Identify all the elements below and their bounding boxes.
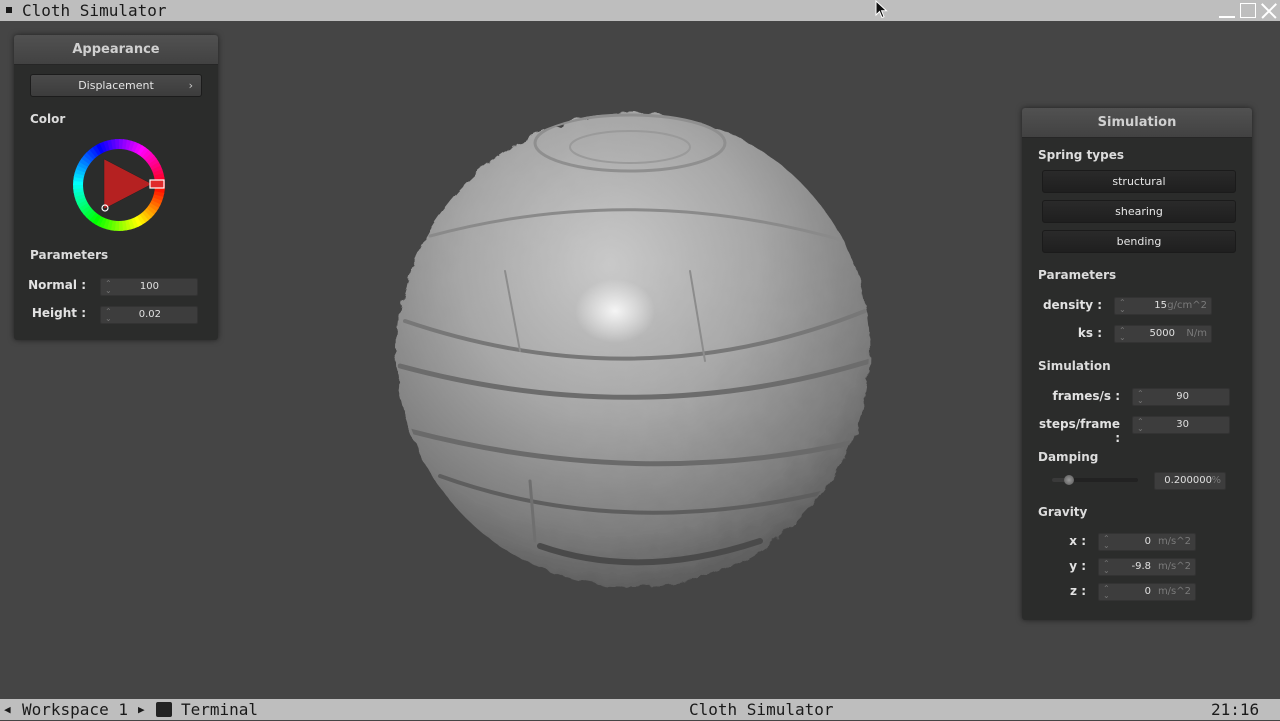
terminal-taskbar-item[interactable]: Terminal (181, 699, 258, 721)
workspace-prev-icon[interactable]: ◀ (4, 699, 11, 721)
close-icon[interactable] (1261, 3, 1277, 18)
shader-dropdown[interactable]: Displacement › (30, 74, 202, 97)
shader-dropdown-value: Displacement (78, 79, 154, 92)
spin-arrows-icon[interactable]: ⌃ ⌄ (1119, 299, 1126, 314)
hue-selector-handle[interactable] (149, 179, 165, 189)
window-title: Cloth Simulator (22, 1, 167, 20)
shearing-button[interactable]: shearing (1042, 200, 1236, 223)
ks-input[interactable]: ⌃ ⌄ 5000 N/m (1114, 325, 1212, 343)
window-menu-icon[interactable] (6, 7, 12, 13)
frames-per-second-input[interactable]: ⌃ ⌄ 90 (1132, 388, 1230, 406)
damping-slider-handle[interactable] (1064, 475, 1075, 485)
structural-button[interactable]: structural (1042, 170, 1236, 193)
workspace-next-icon[interactable]: ▶ (138, 699, 145, 721)
taskbar: ◀ Workspace 1 ▶ Terminal Cloth Simulator… (0, 699, 1280, 720)
cloth-sphere (396, 113, 870, 587)
gravity-z-label: z : (1070, 584, 1086, 598)
gravity-z-input[interactable]: ⌃ ⌄ 0 m/s^2 (1098, 583, 1196, 601)
simulation-section-label: Simulation (1038, 359, 1111, 373)
spin-arrows-icon[interactable]: ⌃ ⌄ (1137, 390, 1144, 405)
appearance-panel: Appearance Displacement › Color Paramete… (14, 35, 218, 340)
normal-label: Normal : (28, 278, 86, 292)
density-input[interactable]: ⌃ ⌄ 15 g/cm^2 (1114, 297, 1212, 315)
appearance-panel-title: Appearance (14, 35, 218, 65)
spin-arrows-icon[interactable]: ⌃ ⌄ (1103, 535, 1110, 550)
frames-per-second-label: frames/s : (1052, 389, 1120, 403)
window-title-bar: Cloth Simulator (0, 0, 1280, 21)
chevron-right-icon: › (188, 79, 193, 92)
height-label: Height : (31, 306, 86, 320)
gravity-y-label: y : (1069, 559, 1086, 573)
gravity-y-input[interactable]: ⌃ ⌄ -9.8 m/s^2 (1098, 558, 1196, 576)
density-label: density : (1042, 298, 1102, 312)
spring-types-label: Spring types (1038, 148, 1125, 162)
simulation-parameters-label: Parameters (1038, 268, 1117, 282)
appearance-parameters-label: Parameters (30, 248, 109, 262)
steps-per-frame-label: steps/frame : (1038, 417, 1120, 445)
color-wheel[interactable] (72, 138, 166, 232)
spin-arrows-icon[interactable]: ⌃ ⌄ (1103, 560, 1110, 575)
color-triangle[interactable] (104, 159, 152, 209)
mouse-cursor-icon (875, 0, 888, 19)
ks-label: ks : (1077, 326, 1102, 340)
spin-arrows-icon[interactable]: ⌃ ⌄ (1119, 327, 1126, 342)
bending-button[interactable]: bending (1042, 230, 1236, 253)
normal-input[interactable]: ⌃ ⌄ 100 (100, 278, 198, 296)
simulation-panel: Simulation Spring types structural shear… (1022, 108, 1252, 620)
color-section-label: Color (30, 112, 66, 126)
clock: 21:16 (1211, 700, 1260, 719)
spin-arrows-icon[interactable]: ⌃ ⌄ (1137, 418, 1144, 433)
workspace-label[interactable]: Workspace 1 (22, 699, 128, 721)
spin-arrows-icon[interactable]: ⌃ ⌄ (105, 280, 112, 295)
simulation-panel-title: Simulation (1022, 108, 1252, 138)
gravity-x-input[interactable]: ⌃ ⌄ 0 m/s^2 (1098, 533, 1196, 551)
damping-input[interactable]: 0.200000 % (1154, 472, 1226, 490)
terminal-icon[interactable] (156, 702, 172, 717)
gravity-x-label: x : (1069, 534, 1086, 548)
steps-per-frame-input[interactable]: ⌃ ⌄ 30 (1132, 416, 1230, 434)
spin-arrows-icon[interactable]: ⌃ ⌄ (1103, 585, 1110, 600)
damping-label: Damping (1038, 450, 1099, 464)
active-window-label: Cloth Simulator (689, 700, 834, 719)
gravity-label: Gravity (1038, 505, 1088, 519)
maximize-icon[interactable] (1240, 3, 1256, 18)
damping-slider[interactable] (1052, 475, 1138, 485)
height-input[interactable]: ⌃ ⌄ 0.02 (100, 306, 198, 324)
minimize-icon[interactable] (1219, 3, 1235, 18)
spin-arrows-icon[interactable]: ⌃ ⌄ (105, 308, 112, 323)
